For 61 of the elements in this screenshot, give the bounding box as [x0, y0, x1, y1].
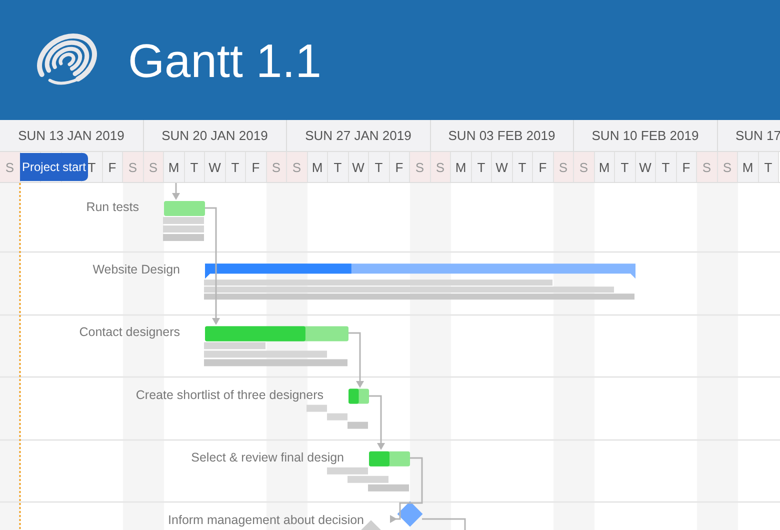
task-label: Select & review final design — [191, 450, 344, 464]
day-header: M — [451, 152, 472, 182]
dependency-arrow — [369, 395, 385, 450]
week-header: SUN 03 FEB 2019 — [430, 120, 574, 151]
day-header: T — [512, 152, 533, 182]
project-start-badge: Project start — [20, 153, 88, 181]
day-header: T — [369, 152, 390, 182]
task-bar[interactable] — [348, 388, 369, 404]
day-header: S — [144, 152, 164, 182]
dependency-arrow — [390, 457, 423, 523]
task-label: Contact designers — [79, 325, 180, 340]
day-header: S — [554, 152, 574, 182]
day-header: T — [184, 152, 205, 182]
day-header: S — [266, 152, 287, 182]
task-label: Inform management about decision — [168, 513, 364, 527]
day-header: F — [533, 152, 554, 182]
week-header: SUN 27 JAN 2019 — [287, 120, 430, 151]
day-header: T — [328, 152, 348, 182]
day-header: F — [246, 152, 266, 182]
task-label: Create shortlist of three designers — [136, 388, 324, 402]
app-title: Gantt 1.1 — [128, 32, 322, 88]
day-header: T — [656, 152, 676, 182]
dependency-line — [422, 518, 466, 530]
day-header: W — [205, 152, 226, 182]
week-header: SUN 17 — [734, 127, 780, 145]
task-bar[interactable] — [205, 326, 348, 342]
day-header: F — [390, 152, 410, 182]
day-header: M — [164, 152, 184, 182]
day-header: S — [287, 152, 308, 182]
day-header: M — [308, 152, 328, 182]
baseline-bar — [163, 234, 204, 241]
day-header: T — [472, 152, 492, 182]
day-header: S — [574, 152, 594, 182]
day-header: T — [226, 152, 246, 182]
day-header: T — [758, 152, 779, 182]
week-header: SUN 13 JAN 2019 — [0, 120, 144, 151]
day-header: S — [123, 152, 144, 182]
day-header: M — [738, 152, 758, 182]
day-header: S — [697, 152, 718, 182]
task-label: Website Design — [92, 262, 180, 277]
week-header: SUN 20 JAN 2019 — [144, 120, 287, 151]
dependency-arrow — [348, 332, 364, 388]
baseline-bar — [163, 217, 204, 224]
task-bar[interactable] — [164, 201, 205, 216]
task-label: Run tests — [86, 200, 139, 214]
day-header: F — [676, 152, 697, 182]
day-header: F — [102, 152, 123, 182]
dependency-arrow — [172, 183, 180, 200]
day-header: M — [594, 152, 615, 182]
day-header: S — [430, 152, 451, 182]
day-header: S — [0, 152, 20, 182]
day-header: W — [348, 152, 369, 182]
day-header: W — [492, 152, 512, 182]
task-bar[interactable] — [369, 451, 410, 466]
summary-bar[interactable] — [205, 264, 636, 279]
day-header: S — [410, 152, 430, 182]
week-header: SUN 10 FEB 2019 — [574, 120, 718, 151]
day-header: S — [718, 152, 738, 182]
day-header: T — [615, 152, 636, 182]
day-header: W — [636, 152, 656, 182]
baseline-bar — [163, 226, 204, 232]
